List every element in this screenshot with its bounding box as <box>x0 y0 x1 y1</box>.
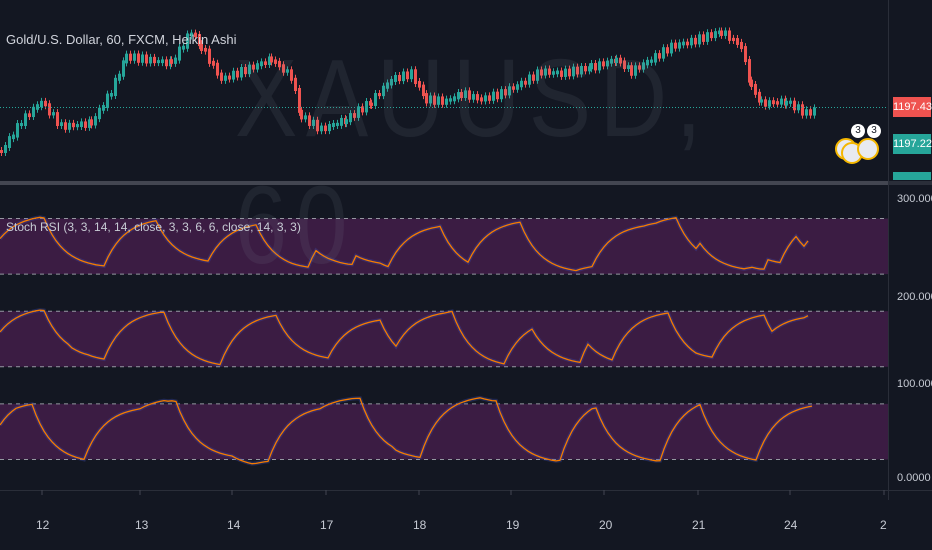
candle-body <box>141 54 144 63</box>
candle-body <box>94 116 97 126</box>
candle-body <box>228 75 231 80</box>
candle-body <box>8 136 11 149</box>
candle-body <box>165 59 168 67</box>
candle-body <box>64 122 67 130</box>
candle-body <box>216 62 219 76</box>
candle-body <box>28 113 31 118</box>
second-price-tag: 1197.22 <box>893 134 932 154</box>
candle-body <box>204 47 207 52</box>
candle-body <box>110 92 113 97</box>
candle-body <box>161 59 164 64</box>
candle-body <box>0 150 3 153</box>
symbol-watermark: XAUUSD, 60 <box>235 37 711 287</box>
candle-body <box>56 112 59 126</box>
candle-body <box>32 106 35 118</box>
candle-body <box>44 100 47 107</box>
third-price-tag <box>893 172 931 180</box>
candle-body <box>149 56 152 64</box>
time-axis-label: 13 <box>135 518 149 532</box>
candle-body <box>212 60 215 66</box>
candle-body <box>174 57 177 64</box>
candle-body <box>76 124 79 128</box>
indicator-scale-label: 100.0000 <box>897 378 932 390</box>
candle-body <box>125 53 128 64</box>
candle-body <box>98 107 101 120</box>
time-axis-label: 2 <box>880 518 887 532</box>
candle-body <box>114 77 117 96</box>
indicator-scale-label: 0.0000 <box>897 472 931 484</box>
time-axis-label: 18 <box>413 518 427 532</box>
candle-body <box>84 121 87 128</box>
candle-body <box>170 59 173 64</box>
candle-body <box>24 113 27 126</box>
candle-body <box>122 60 125 77</box>
event-count-badge: 3 <box>851 124 865 138</box>
candle-body <box>20 122 23 127</box>
us-flag-event-icon[interactable] <box>857 138 879 160</box>
candle-body <box>106 93 109 109</box>
candle-body <box>224 75 227 81</box>
time-axis-label: 20 <box>599 518 613 532</box>
candle-body <box>118 73 121 81</box>
candle-body <box>90 119 93 126</box>
candle-body <box>12 134 15 140</box>
time-axis-label: 14 <box>227 518 241 532</box>
candle-body <box>4 145 7 153</box>
symbol-title[interactable]: Gold/U.S. Dollar, 60, FXCM, Heikin Ashi <box>6 32 236 47</box>
candle-body <box>208 48 211 64</box>
candle-body <box>178 46 181 61</box>
time-axis-label: 17 <box>320 518 334 532</box>
time-axis-label: 19 <box>506 518 520 532</box>
candle-body <box>68 122 71 130</box>
candle-body <box>60 122 63 126</box>
candle-body <box>137 53 140 63</box>
candle-body <box>129 53 132 61</box>
candle-body <box>153 56 156 64</box>
candle-body <box>40 100 43 108</box>
candle-body <box>220 72 223 81</box>
candle-body <box>133 53 136 61</box>
candle-body <box>80 121 83 128</box>
current-price-tag: 1197.43 <box>893 97 932 117</box>
candle-body <box>16 123 19 138</box>
time-axis-label: 12 <box>36 518 50 532</box>
candle-body <box>72 122 75 128</box>
candle-body <box>48 103 51 116</box>
time-axis-label: 24 <box>784 518 798 532</box>
candle-body <box>157 60 160 64</box>
indicator-scale-label: 300.0000 <box>897 193 932 205</box>
pane-separator-axis <box>888 181 932 185</box>
indicator-scale-label: 200.0000 <box>897 291 932 303</box>
candle-body <box>145 54 148 64</box>
time-axis-label: 21 <box>692 518 706 532</box>
event-count-badge: 3 <box>867 124 881 138</box>
indicator-title[interactable]: Stoch RSI (3, 3, 14, 14, close, 3, 3, 6,… <box>6 220 301 234</box>
candle-body <box>52 112 55 116</box>
